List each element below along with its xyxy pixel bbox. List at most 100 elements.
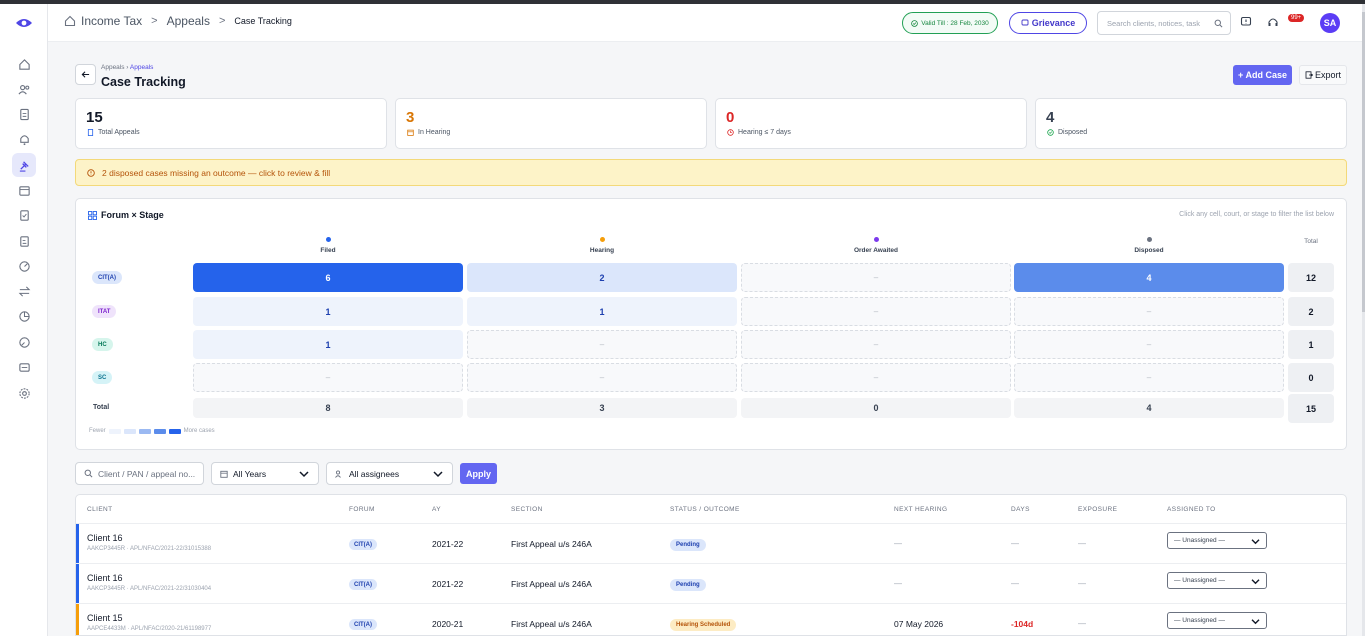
global-search-input[interactable]: Search clients, notices, task <box>1097 11 1231 35</box>
matrix-cell[interactable]: – <box>741 363 1011 392</box>
clipboard-icon[interactable] <box>14 205 34 225</box>
matrix-total-header[interactable]: Total <box>1288 238 1334 245</box>
matrix-cell[interactable]: 1 <box>193 297 463 326</box>
column-header-section[interactable]: SECTION <box>511 506 543 513</box>
export-button[interactable]: Export <box>1299 65 1347 85</box>
column-header-ay[interactable]: AY <box>432 506 441 513</box>
table-row[interactable]: Client 16 AAKCP3445R · APL/NFAC/2021-22/3… <box>76 563 1346 604</box>
assignee-select[interactable]: — Unassigned — <box>1167 572 1267 589</box>
matrix-cell[interactable]: – <box>741 297 1011 326</box>
column-header-days[interactable]: DAYS <box>1011 506 1030 513</box>
column-header-next-hearing[interactable]: NEXT HEARING <box>894 506 947 513</box>
stage-header-disposed[interactable]: Disposed <box>1014 237 1284 254</box>
message-alert-icon[interactable] <box>1240 16 1252 28</box>
stat-card-disposed[interactable]: 4 Disposed <box>1035 98 1347 149</box>
matrix-cell[interactable]: – <box>1014 297 1284 326</box>
settings-icon[interactable] <box>14 383 34 403</box>
column-header-assigned-to[interactable]: ASSIGNED TO <box>1167 506 1216 513</box>
matrix-column-total[interactable]: 3 <box>467 398 737 418</box>
avatar[interactable]: SA <box>1320 13 1340 33</box>
stage-header-order-awaited[interactable]: Order Awaited <box>741 237 1011 254</box>
matrix-cell[interactable]: – <box>741 330 1011 359</box>
logo-eye-icon[interactable] <box>15 17 33 29</box>
missing-outcome-alert[interactable]: 2 disposed cases missing an outcome — cl… <box>75 159 1347 186</box>
top-header: Income Tax > Appeals > Case Tracking Val… <box>48 4 1365 42</box>
matrix-cell[interactable]: 6 <box>193 263 463 292</box>
home-icon[interactable] <box>14 54 34 74</box>
matrix-cell[interactable]: 1 <box>193 330 463 359</box>
gavel-icon[interactable] <box>12 153 36 177</box>
search-icon[interactable] <box>1214 19 1223 28</box>
export-file-icon <box>1305 71 1313 79</box>
forum-pill-itat[interactable]: ITAT <box>92 305 117 318</box>
notification-badge[interactable]: 99+ <box>1288 14 1305 22</box>
forum-pill-sc[interactable]: SC <box>92 371 113 384</box>
arrow-left-icon <box>81 71 90 78</box>
next-hearing: — <box>894 539 902 548</box>
report-icon[interactable] <box>14 231 34 251</box>
matrix-cell[interactable]: – <box>467 363 737 392</box>
assignee-select[interactable]: — Unassigned — <box>1167 612 1267 629</box>
matrix-column-total[interactable]: 0 <box>741 398 1011 418</box>
matrix-row-total[interactable]: 2 <box>1288 297 1334 326</box>
grievance-button[interactable]: Grievance <box>1009 12 1087 34</box>
inbox-icon[interactable] <box>14 357 34 377</box>
stage-header-filed[interactable]: Filed <box>193 237 463 254</box>
matrix-grand-total[interactable]: 15 <box>1288 394 1334 423</box>
file-icon <box>87 129 94 136</box>
transfer-icon[interactable] <box>14 281 34 301</box>
client-name[interactable]: Client 16 <box>87 533 123 543</box>
years-select[interactable]: All Years <box>211 462 319 485</box>
matrix-row-total[interactable]: 1 <box>1288 330 1334 359</box>
assignee-select[interactable]: — Unassigned — <box>1167 532 1267 549</box>
matrix-cell[interactable]: – <box>193 363 463 392</box>
breadcrumb-appeals[interactable]: Appeals <box>167 14 210 28</box>
home-icon[interactable] <box>64 15 76 27</box>
column-header-forum[interactable]: FORUM <box>349 506 375 513</box>
table-row[interactable]: Client 16 AAKCP3445R · APL/NFAC/2021-22/3… <box>76 523 1346 564</box>
client-name[interactable]: Client 15 <box>87 613 123 623</box>
apply-button[interactable]: Apply <box>460 463 497 484</box>
matrix-cell[interactable]: 4 <box>1014 263 1284 292</box>
matrix-cell[interactable]: – <box>741 263 1011 292</box>
matrix-row-total[interactable]: 12 <box>1288 263 1334 292</box>
matrix-cell[interactable]: 2 <box>467 263 737 292</box>
stat-card-hearing-7-days[interactable]: 0 Hearing ≤ 7 days <box>715 98 1027 149</box>
column-header-exposure[interactable]: EXPOSURE <box>1078 506 1117 513</box>
column-header-client[interactable]: CLIENT <box>87 506 113 513</box>
matrix-cell[interactable]: – <box>467 330 737 359</box>
matrix-row-total[interactable]: 0 <box>1288 363 1334 392</box>
breadcrumb-current: Case Tracking <box>234 16 292 26</box>
matrix-cell[interactable]: – <box>1014 330 1284 359</box>
breadcrumb-income-tax[interactable]: Income Tax <box>81 14 142 28</box>
matrix-column-total[interactable]: 8 <box>193 398 463 418</box>
gauge-icon[interactable] <box>14 256 34 276</box>
back-button[interactable] <box>75 64 96 85</box>
assignees-select[interactable]: All assignees <box>326 462 453 485</box>
forum-pill-cita[interactable]: CIT(A) <box>92 271 122 284</box>
users-icon[interactable] <box>14 79 34 99</box>
matrix-cell[interactable]: – <box>1014 363 1284 392</box>
appeal-search-input[interactable]: Client / PAN / appeal no... <box>75 462 204 485</box>
pie-chart-icon[interactable] <box>14 306 34 326</box>
warning-circle-icon <box>87 168 95 177</box>
headset-icon[interactable] <box>1267 16 1279 28</box>
stat-card-in-hearing[interactable]: 3 In Hearing <box>395 98 707 149</box>
table-row[interactable]: Client 15 AAPCE4433M · APL/NFAC/2020-21/6… <box>76 603 1346 635</box>
sub-crumb-root[interactable]: Appeals <box>101 64 125 71</box>
client-name[interactable]: Client 16 <box>87 573 123 583</box>
column-header-status-outcome[interactable]: STATUS / OUTCOME <box>670 506 740 513</box>
calendar-check-icon[interactable] <box>14 180 34 200</box>
matrix-cell[interactable]: 1 <box>467 297 737 326</box>
forum-stage-matrix: Forum × Stage Click any cell, court, or … <box>75 198 1347 450</box>
matrix-column-total[interactable]: 4 <box>1014 398 1284 418</box>
add-case-button[interactable]: + Add Case <box>1233 65 1292 85</box>
check-circle-icon <box>1047 129 1054 136</box>
forum-pill-hc[interactable]: HC <box>92 338 113 351</box>
document-icon[interactable] <box>14 104 34 124</box>
analytics-icon[interactable] <box>14 332 34 352</box>
stat-card-total-appeals[interactable]: 15 Total Appeals <box>75 98 387 149</box>
stage-header-hearing[interactable]: Hearing <box>467 237 737 254</box>
bell-icon[interactable] <box>14 129 34 149</box>
next-hearing: 07 May 2026 <box>894 619 944 629</box>
